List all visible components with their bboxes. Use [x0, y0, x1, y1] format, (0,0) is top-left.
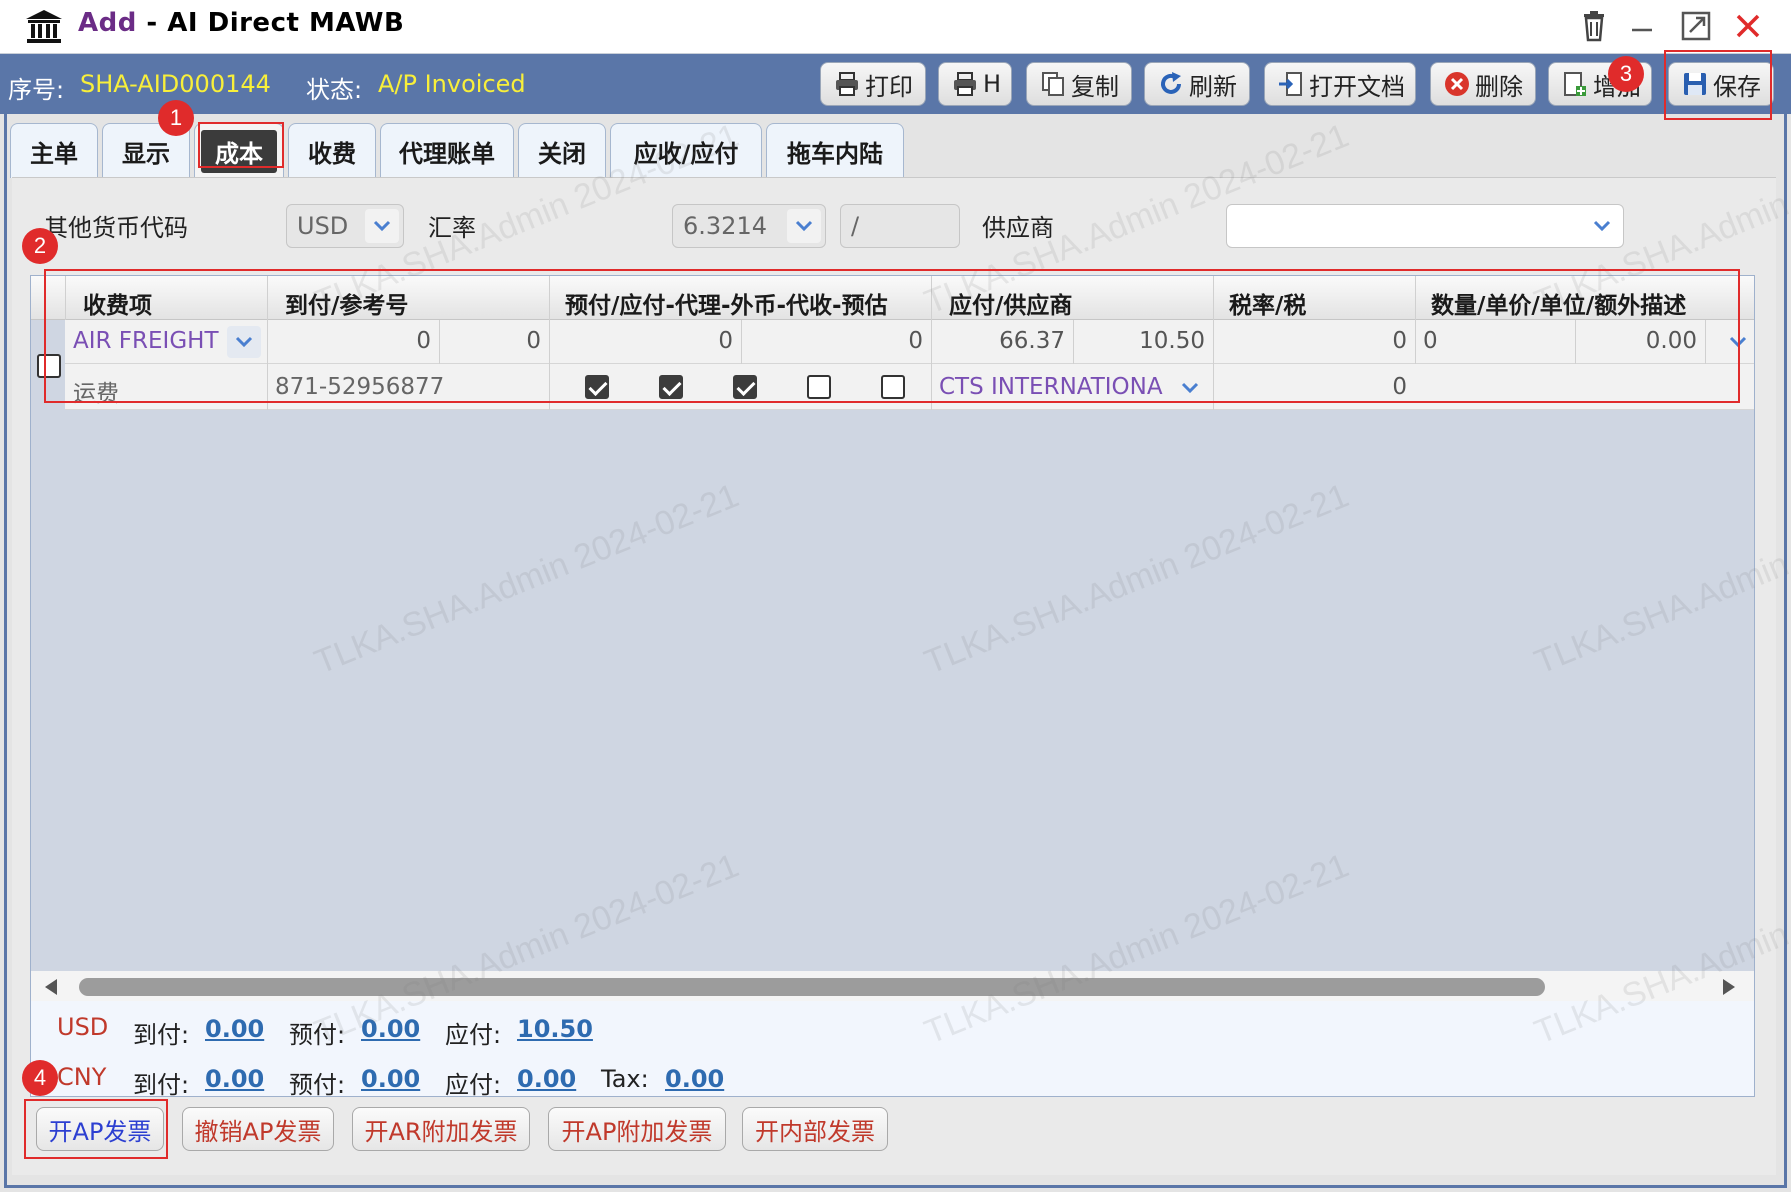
usd-collect-label: 到付:: [133, 1021, 190, 1049]
copy-icon: [1042, 72, 1064, 96]
trash-icon[interactable]: [1576, 8, 1612, 44]
scroll-left-icon[interactable]: [43, 978, 59, 996]
scrollbar-thumb[interactable]: [79, 978, 1545, 996]
annotation-box-grid-row: [44, 269, 1740, 403]
usd-payable-total[interactable]: 10.50: [517, 1015, 593, 1043]
tab-trucking[interactable]: 拖车内陆: [766, 123, 904, 178]
record-info-bar: 序号: SHA-AID000144 状态: A/P Invoiced 打印 H …: [0, 54, 1791, 114]
refresh-icon: [1161, 72, 1181, 94]
usd-prepaid-label: 预付:: [289, 1021, 346, 1049]
chevron-down-icon: [1585, 209, 1619, 243]
bank-building-icon: [26, 10, 62, 43]
open-document-button[interactable]: 打开文档: [1264, 62, 1416, 106]
cny-tax-label: Tax:: [601, 1065, 649, 1093]
serial-label: 序号:: [8, 76, 65, 104]
rate-label: 汇率: [428, 214, 476, 242]
cancel-ap-invoice-button[interactable]: 撤销AP发票: [182, 1107, 334, 1151]
close-icon[interactable]: [1730, 8, 1766, 44]
currency-label: 其他货币代码: [44, 214, 188, 242]
delete-button[interactable]: 删除: [1430, 62, 1536, 106]
open-ap-additional-invoice-button[interactable]: 开AP附加发票: [548, 1107, 726, 1151]
horizontal-scrollbar[interactable]: [31, 971, 1754, 1001]
delete-icon: [1445, 72, 1469, 96]
open-document-icon: [1279, 72, 1302, 96]
scroll-right-icon[interactable]: [1721, 978, 1737, 996]
cny-payable-label: 应付:: [445, 1071, 502, 1099]
annotation-badge: 2: [22, 228, 58, 264]
annotation-box-save: [1664, 50, 1772, 120]
totals-area: USD 到付: 0.00 预付: 0.00 应付: 10.50 CNY 到付: …: [31, 1001, 1754, 1099]
copy-button[interactable]: 复制: [1026, 62, 1132, 106]
print-button[interactable]: 打印: [820, 62, 926, 106]
printer-icon: [954, 72, 976, 96]
cny-collect-label: 到付:: [133, 1071, 190, 1099]
cny-currency-label: CNY: [57, 1063, 107, 1091]
usd-prepaid-total[interactable]: 0.00: [361, 1015, 420, 1043]
usd-payable-label: 应付:: [445, 1021, 502, 1049]
cny-prepaid-label: 预付:: [289, 1071, 346, 1099]
usd-collect-total[interactable]: 0.00: [205, 1015, 264, 1043]
status-label: 状态:: [306, 76, 363, 104]
window-title-bar: Add - AI Direct MAWB: [0, 0, 1791, 54]
tab-charges[interactable]: 收费: [288, 123, 376, 178]
usd-currency-label: USD: [57, 1013, 109, 1041]
open-ar-additional-invoice-button[interactable]: 开AR附加发票: [352, 1107, 530, 1151]
cny-tax-total[interactable]: 0.00: [665, 1065, 724, 1093]
annotation-box-open-ap-invoice: [24, 1099, 168, 1159]
rate-select[interactable]: 6.3214: [672, 204, 826, 248]
serial-value: SHA-AID000144: [80, 70, 271, 98]
add-icon: [1564, 72, 1586, 96]
cny-payable-total[interactable]: 0.00: [517, 1065, 576, 1093]
tab-agent-bill[interactable]: 代理账单: [380, 123, 514, 178]
tab-master[interactable]: 主单: [10, 123, 98, 178]
supplier-label: 供应商: [982, 214, 1054, 242]
status-value: A/P Invoiced: [378, 70, 526, 98]
chevron-down-icon: [787, 209, 821, 243]
minimize-icon[interactable]: [1624, 8, 1660, 44]
tab-ar-ap[interactable]: 应收/应付: [610, 123, 762, 178]
print-h-button[interactable]: H: [938, 62, 1012, 106]
annotation-badge: 3: [1608, 56, 1644, 92]
maximize-icon[interactable]: [1678, 8, 1714, 44]
annotation-badge: 4: [22, 1060, 58, 1096]
printer-icon: [836, 72, 858, 96]
refresh-button[interactable]: 刷新: [1144, 62, 1250, 106]
annotation-box-cost-tab: [198, 122, 284, 168]
window-title: Add - AI Direct MAWB: [78, 8, 405, 38]
annotation-badge: 1: [158, 100, 194, 136]
currency-select[interactable]: USD: [286, 204, 404, 248]
tab-close[interactable]: 关闭: [518, 123, 606, 178]
chevron-down-icon: [365, 209, 399, 243]
cny-prepaid-total[interactable]: 0.00: [361, 1065, 420, 1093]
open-internal-invoice-button[interactable]: 开内部发票: [742, 1107, 888, 1151]
rate-extra-field[interactable]: /: [840, 204, 960, 248]
supplier-select[interactable]: [1226, 204, 1624, 248]
cny-collect-total[interactable]: 0.00: [205, 1065, 264, 1093]
